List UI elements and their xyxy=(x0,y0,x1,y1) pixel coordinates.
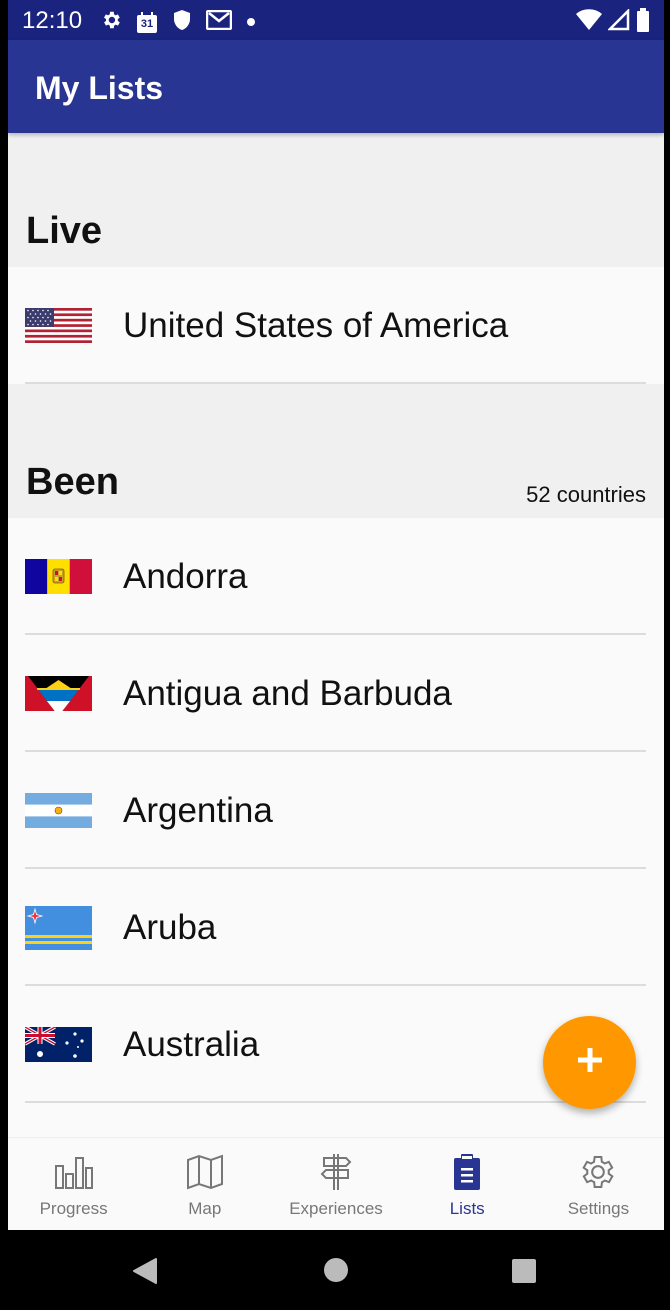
nav-label: Progress xyxy=(39,1199,108,1218)
argentina-flag-icon xyxy=(25,793,92,828)
nav-item-map[interactable]: Map xyxy=(139,1138,270,1230)
home-icon[interactable] xyxy=(323,1257,349,1288)
us-flag-icon xyxy=(25,308,92,343)
country-count: 52 countries xyxy=(526,482,646,507)
live-section-header: Live xyxy=(8,133,664,267)
gear-icon xyxy=(100,9,122,36)
battery-icon xyxy=(636,8,650,37)
gear-icon xyxy=(578,1152,618,1192)
app-screen: 12:10 31 My Lists Live United States of … xyxy=(8,0,664,1310)
back-icon[interactable] xyxy=(132,1257,158,1290)
aruba-flag-icon xyxy=(25,906,92,950)
country-row-antigua-and-barbuda[interactable]: Antigua and Barbuda xyxy=(8,635,664,752)
live-section-title: Live xyxy=(26,210,103,252)
country-name: Antigua and Barbuda xyxy=(123,674,452,713)
country-name: Argentina xyxy=(123,791,273,830)
andorra-flag-icon xyxy=(25,559,92,594)
nav-item-experiences[interactable]: Experiences xyxy=(270,1138,401,1230)
signpost-icon xyxy=(316,1152,356,1192)
gmail-icon xyxy=(205,9,233,35)
australia-flag-icon xyxy=(25,1027,92,1062)
nav-item-progress[interactable]: Progress xyxy=(8,1138,139,1230)
country-row-united-states[interactable]: United States of America xyxy=(8,267,664,384)
signal-icon xyxy=(606,7,630,36)
lists-content[interactable]: Live United States of America Been 52 co… xyxy=(8,133,664,1137)
app-bar: My Lists xyxy=(8,40,664,133)
map-icon xyxy=(185,1152,225,1192)
antigua-flag-icon xyxy=(25,676,92,711)
bar-chart-icon xyxy=(54,1152,94,1192)
clipboard-list-icon xyxy=(447,1152,487,1192)
notification-icons: 31 xyxy=(100,9,256,36)
bottom-navigation: Progress Map Experiences Lists Settings xyxy=(8,1137,664,1230)
country-name: United States of America xyxy=(123,306,509,345)
nav-label: Map xyxy=(188,1199,222,1218)
nav-label: Settings xyxy=(567,1199,630,1218)
calendar-icon: 31 xyxy=(136,11,158,34)
page-title: My Lists xyxy=(35,70,164,106)
status-time: 12:10 xyxy=(22,7,83,34)
country-row-aruba[interactable]: Aruba xyxy=(8,869,664,986)
system-status-icons xyxy=(576,7,650,37)
add-country-button[interactable] xyxy=(543,1016,636,1109)
been-section-title: Been xyxy=(26,461,119,503)
shield-icon xyxy=(172,9,192,36)
divider xyxy=(25,1101,646,1103)
been-section-header: Been 52 countries xyxy=(8,384,664,518)
country-name: Aruba xyxy=(123,908,217,947)
country-row-argentina[interactable]: Argentina xyxy=(8,752,664,869)
nav-label: Experiences xyxy=(289,1199,383,1218)
nav-item-lists[interactable]: Lists xyxy=(402,1138,533,1230)
country-row-andorra[interactable]: Andorra xyxy=(8,518,664,635)
system-navigation-bar xyxy=(8,1230,664,1310)
country-name: Australia xyxy=(123,1025,260,1064)
status-bar: 12:10 31 xyxy=(8,0,664,40)
plus-icon xyxy=(577,1047,603,1078)
calendar-day: 31 xyxy=(140,17,154,30)
nav-label: Lists xyxy=(449,1199,485,1218)
wifi-icon xyxy=(576,9,602,36)
dot-icon xyxy=(246,14,256,32)
nav-item-settings[interactable]: Settings xyxy=(533,1138,664,1230)
recents-icon[interactable] xyxy=(511,1258,537,1289)
country-name: Andorra xyxy=(123,557,248,596)
